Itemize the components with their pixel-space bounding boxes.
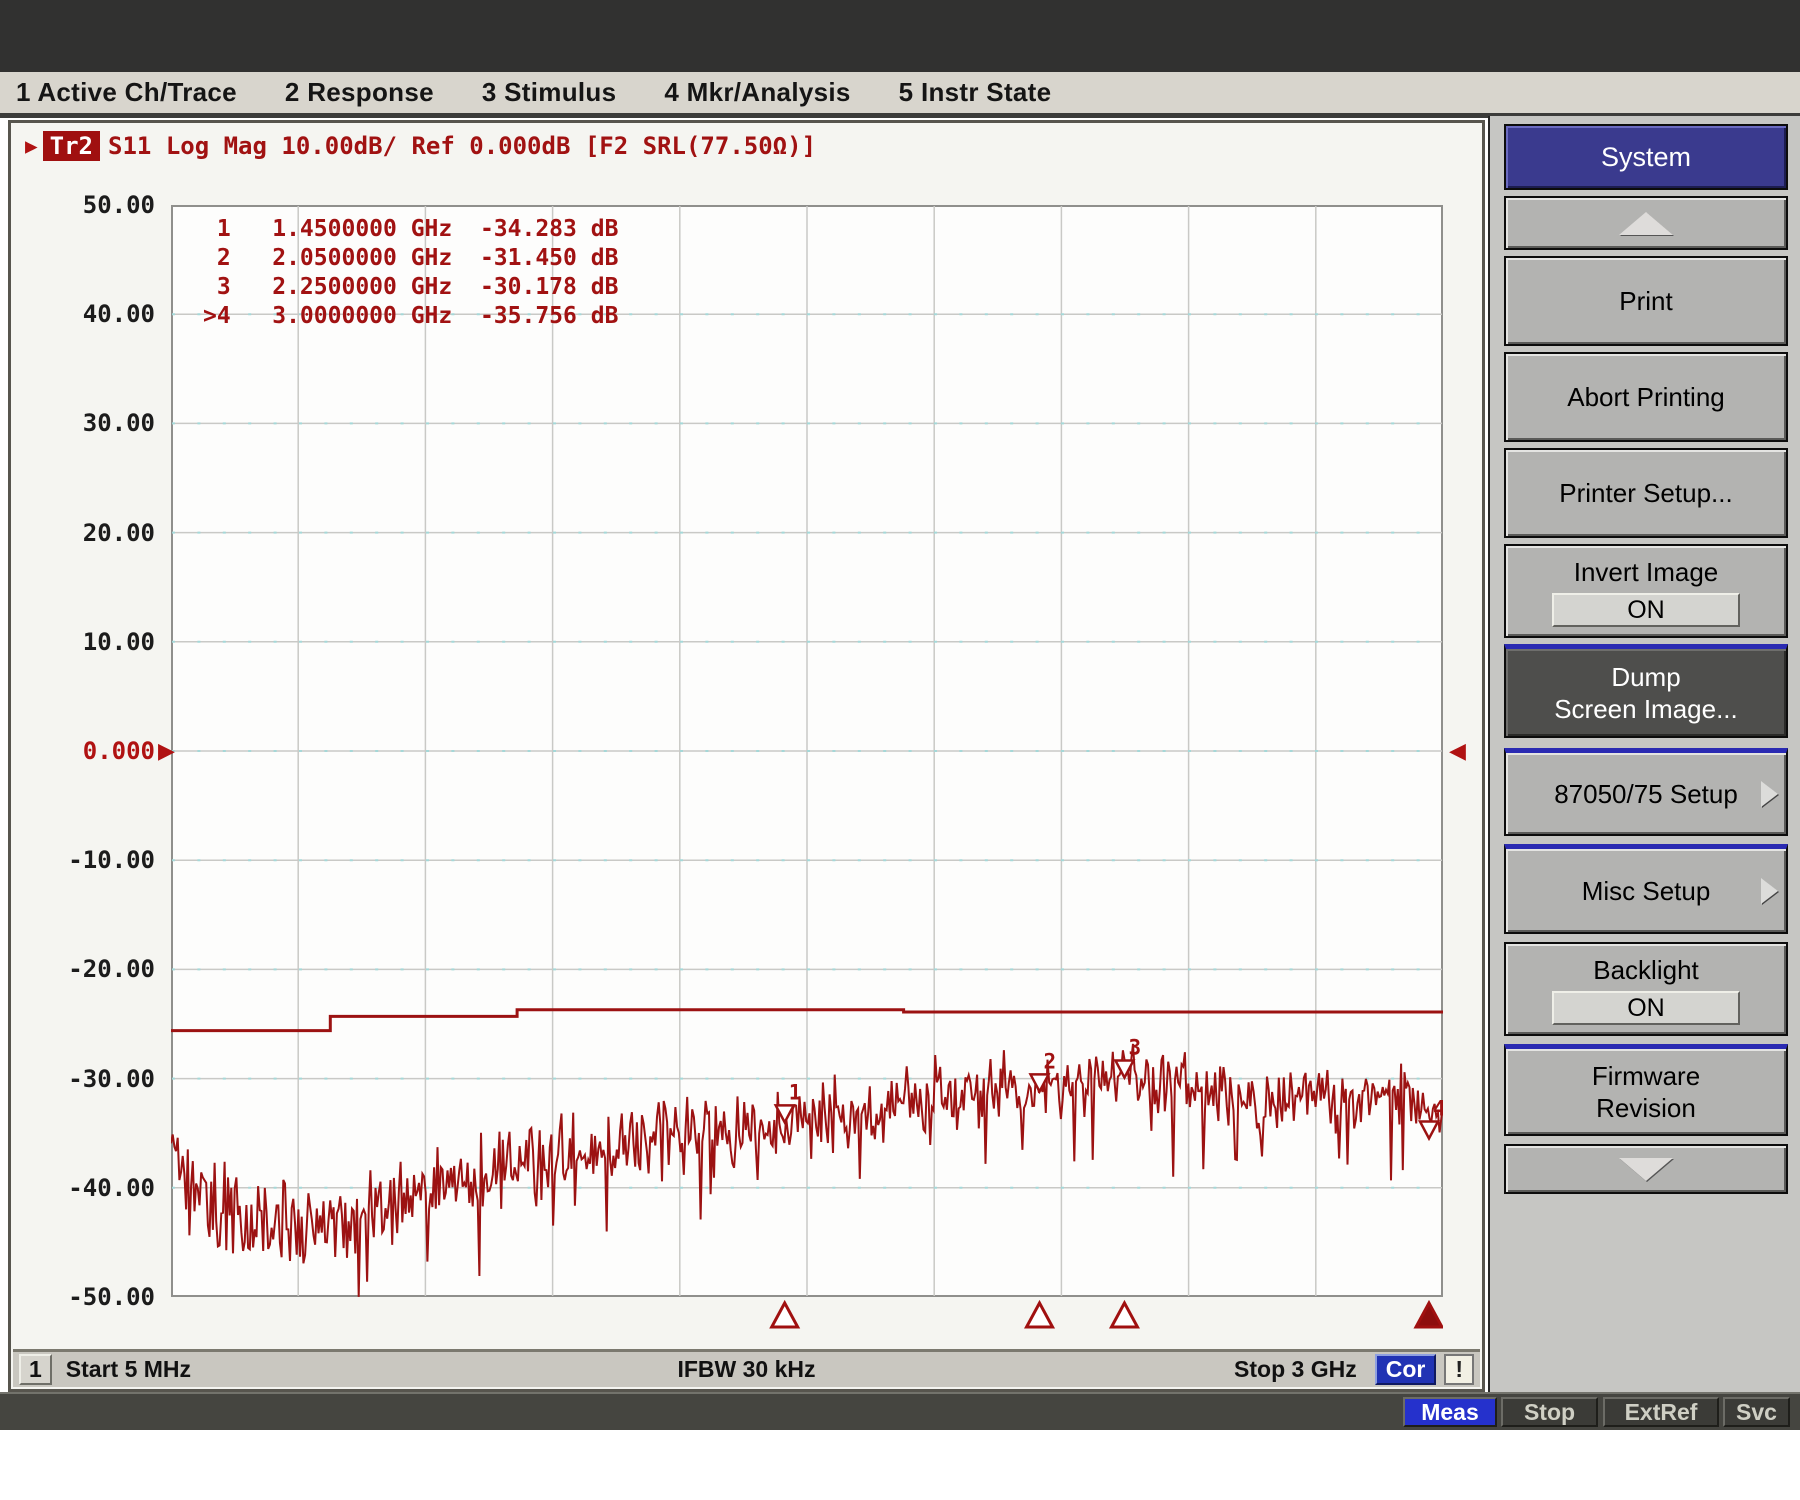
ref-level-right-arrow-icon: ◀ [1449,736,1466,766]
marker-number-label: 4 [1433,1096,1443,1120]
y-axis-label: 10.00 [23,627,155,657]
trace-header: ▶ Tr2 S11 Log Mag 10.00dB/ Ref 0.000dB [… [25,131,816,161]
softkey-system[interactable]: System [1504,124,1788,190]
menu-bar: 1 Active Ch/Trace 2 Response 3 Stimulus 4 M… [0,72,1800,118]
menu-item[interactable]: 4 Mkr/Analysis [664,77,850,108]
instrument-window: 1 Active Ch/Trace 2 Response 3 Stimulus 4 M… [0,0,1800,1500]
status-cell-svc: Svc [1723,1397,1790,1427]
softkey-label: Backlight [1593,954,1699,986]
lcd-screen: ▶ Tr2 S11 Log Mag 10.00dB/ Ref 0.000dB [… [8,120,1485,1392]
marker-table: 1 1.4500000 GHz -34.283 dB 2 2.0500000 G… [203,215,618,331]
softkey-label: Print [1619,285,1672,317]
y-axis-label: 50.00 [23,190,155,220]
y-axis-label: 0.000 [23,736,155,766]
y-axis-label: -20.00 [23,954,155,984]
softkey-label: Printer Setup... [1559,477,1732,509]
trace-header-text: S11 Log Mag 10.00dB/ Ref 0.000dB [F2 SRL… [108,132,816,160]
softkey-label: Firmware [1592,1060,1700,1092]
y-axis-label: -40.00 [23,1173,155,1203]
softkey-label: Screen Image... [1554,693,1738,725]
active-trace-arrow-icon: ▶ [25,134,38,158]
marker-readout-row: 1 1.4500000 GHz -34.283 dB [203,215,618,244]
y-axis-label: 20.00 [23,518,155,548]
y-axis-label: -50.00 [23,1282,155,1312]
softkey-label: Invert Image [1574,556,1719,588]
softkey-label: Dump [1611,661,1680,693]
softkey-87050-75-setup[interactable]: 87050/75 Setup [1504,748,1788,836]
softkey-invert-image[interactable]: Invert Image ON [1504,544,1788,638]
toggle-state: ON [1552,593,1741,627]
down-arrow-icon [1619,1158,1673,1181]
y-axis-label: -10.00 [23,845,155,875]
softkey-label: Abort Printing [1567,381,1725,413]
system-status-bar: MeasStopExtRefSvc [0,1392,1800,1430]
marker-axis-triangle-icon [1416,1303,1442,1327]
softkey-backlight[interactable]: Backlight ON [1504,942,1788,1036]
y-axis-label: 40.00 [23,299,155,329]
marker-axis-triangle-icon [1111,1303,1137,1327]
softkey-misc-setup[interactable]: Misc Setup [1504,844,1788,934]
softkey-scroll-up[interactable] [1504,196,1788,250]
softkey-label: Misc Setup [1582,875,1711,907]
softkey-printer-setup[interactable]: Printer Setup... [1504,448,1788,538]
submenu-arrow-icon [1761,878,1778,904]
y-axis-label: -30.00 [23,1064,155,1094]
top-dark-strip [0,0,1800,72]
marker-readout-row: 3 2.2500000 GHz -30.178 dB [203,273,618,302]
trace-label-chip: Tr2 [43,131,100,161]
marker-readout-row: >4 3.0000000 GHz -35.756 dB [203,302,618,331]
lcd-status-bar: 1 Start 5 MHz IFBW 30 kHz Stop 3 GHz Cor… [13,1349,1480,1387]
ref-level-left-arrow-icon: ▶ [158,736,175,766]
softkey-panel: System Print Abort Printing Printer Setup..… [1488,116,1800,1392]
softkey-dump-screen-image[interactable]: DumpScreen Image... [1504,644,1788,738]
marker-number-label: 3 [1128,1036,1141,1060]
softkey-label: 87050/75 Setup [1554,778,1738,810]
y-axis-label: 30.00 [23,408,155,438]
softkey-abort-printing[interactable]: Abort Printing [1504,352,1788,442]
marker-axis-triangle-icon [1027,1303,1053,1327]
plot-svg: 1 2 3 4 [171,205,1443,1345]
softkey-firmware-revision[interactable]: FirmwareRevision [1504,1044,1788,1136]
marker-number-label: 1 [789,1080,802,1104]
softkey-print[interactable]: Print [1504,256,1788,346]
menu-item[interactable]: 3 Stimulus [482,77,616,108]
menu-item[interactable]: 2 Response [285,77,434,108]
toggle-state: ON [1552,991,1741,1025]
marker-axis-triangle-icon [772,1303,798,1327]
submenu-arrow-icon [1761,781,1778,807]
menu-item[interactable]: 1 Active Ch/Trace [16,77,237,108]
softkey-label: Revision [1596,1092,1696,1124]
menu-item[interactable]: 5 Instr State [899,77,1052,108]
softkey-scroll-down[interactable] [1504,1144,1788,1194]
up-arrow-icon [1619,212,1673,235]
status-cell-meas: Meas [1403,1397,1497,1427]
status-cell-stop: Stop [1501,1397,1598,1427]
marker-number-label: 2 [1044,1049,1057,1073]
marker-readout-row: 2 2.0500000 GHz -31.450 dB [203,244,618,273]
status-cell-extref: ExtRef [1603,1397,1719,1427]
ifbw-label: IFBW 30 kHz [13,1356,1480,1383]
